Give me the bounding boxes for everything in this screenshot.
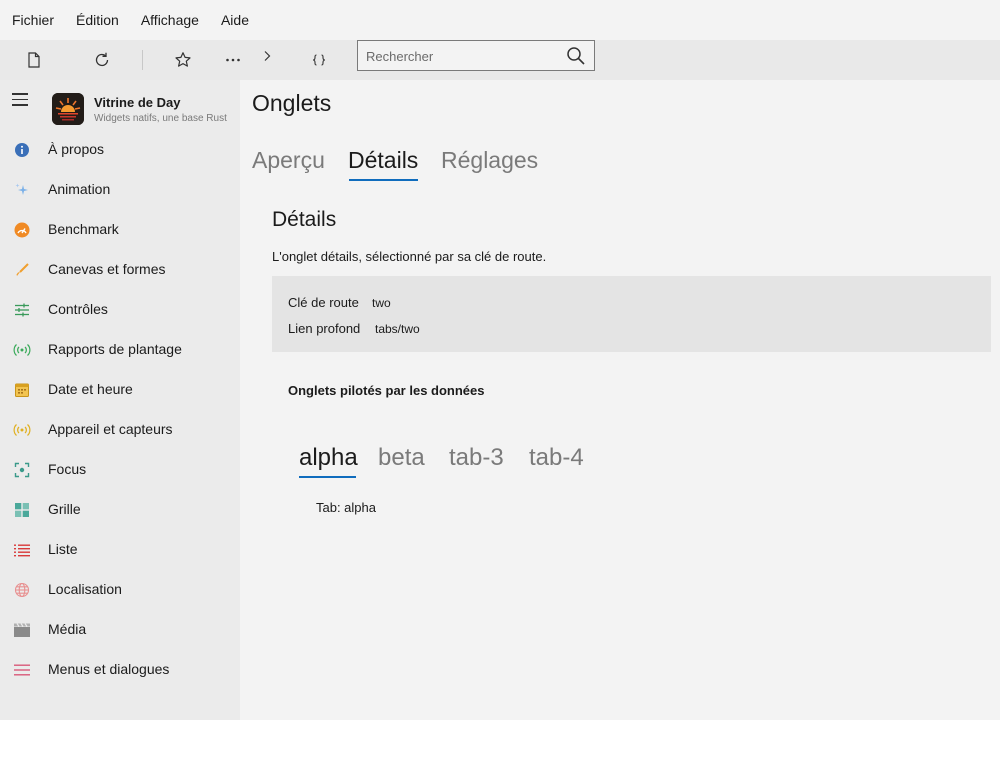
sidebar-item-label: Contrôles [48, 301, 108, 317]
sliders-icon [13, 301, 31, 319]
toolbar-separator [142, 50, 143, 70]
sidebar-item-label: Canevas et formes [48, 261, 166, 277]
sidebar-item-animation[interactable]: Animation [0, 169, 240, 209]
more-button[interactable] [221, 48, 245, 72]
broadcast-icon [13, 341, 31, 359]
app-name: Vitrine de Day [94, 95, 181, 110]
more-icon [226, 58, 240, 62]
data-tab-3[interactable]: tab-3 [449, 444, 504, 472]
tab-details[interactable]: Détails [348, 147, 418, 174]
hamburger-menu-icon[interactable] [12, 93, 28, 107]
toolbar [0, 40, 1000, 80]
new-document-button[interactable] [22, 48, 46, 72]
data-tab-alpha[interactable]: alpha [299, 444, 358, 472]
main-content: Onglets Aperçu Détails Réglages Détails … [240, 80, 1000, 720]
menu-affichage[interactable]: Affichage [141, 12, 199, 28]
sidebar-item-label: Benchmark [48, 221, 119, 237]
data-tab-4[interactable]: tab-4 [529, 444, 584, 472]
sidebar-item-label: Média [48, 621, 87, 637]
refresh-button[interactable] [90, 48, 114, 72]
sidebar-item-label: Focus [48, 461, 87, 477]
sidebar-item-label: Liste [48, 541, 78, 557]
data-tab-indicator [299, 476, 356, 478]
favorite-button[interactable] [171, 48, 195, 72]
tab-apercu[interactable]: Aperçu [252, 147, 325, 174]
route-info-panel: Clé de route two Lien profond tabs/two [272, 276, 991, 352]
route-key-value: two [372, 296, 391, 310]
sidebar-item-label: Animation [48, 181, 111, 197]
sidebar-item-liste[interactable]: Liste [0, 529, 240, 569]
clapperboard-icon [13, 621, 31, 639]
list-icon [13, 541, 31, 559]
route-key-label: Clé de route [288, 295, 359, 310]
menubar: Fichier Édition Affichage Aide [0, 0, 1000, 40]
new-document-icon [28, 52, 40, 68]
search-box [357, 40, 595, 71]
deep-link-label: Lien profond [288, 321, 361, 336]
sidebar-item-grille[interactable]: Grille [0, 489, 240, 529]
section-title: Détails [272, 208, 337, 231]
section-description: L'onglet détails, sélectionné par sa clé… [272, 249, 547, 264]
sidebar-item-a-propos[interactable]: À propos [0, 129, 240, 169]
search-icon[interactable] [566, 46, 586, 66]
menu-edition[interactable]: Édition [76, 12, 119, 28]
braces-icon [312, 54, 326, 66]
sidebar-item-label: Rapports de plantage [48, 341, 182, 357]
sidebar: Vitrine de Day Widgets natifs, une base … [0, 80, 240, 720]
sidebar-item-label: Date et heure [48, 381, 133, 397]
chevron-right-icon [264, 51, 271, 61]
refresh-icon [95, 52, 109, 67]
data-tab-beta[interactable]: beta [378, 444, 425, 472]
calendar-icon [13, 381, 31, 399]
search-input[interactable] [366, 47, 551, 65]
brush-icon [13, 261, 31, 279]
app-logo [52, 93, 84, 125]
menu-aide[interactable]: Aide [221, 12, 249, 28]
sidebar-item-focus[interactable]: Focus [0, 449, 240, 489]
overflow-button[interactable] [255, 44, 279, 68]
gauge-icon [13, 221, 31, 239]
grid-icon [13, 501, 31, 519]
sparkle-icon [13, 181, 31, 199]
focus-icon [13, 461, 31, 479]
code-button[interactable] [307, 48, 331, 72]
active-tab-indicator [349, 179, 418, 181]
star-icon [175, 52, 191, 67]
sidebar-item-media[interactable]: Média [0, 609, 240, 649]
sidebar-item-canevas[interactable]: Canevas et formes [0, 249, 240, 289]
globe-icon [13, 581, 31, 599]
tab-content-text: Tab: alpha [316, 500, 376, 515]
app-subtitle: Widgets natifs, une base Rust [94, 113, 227, 124]
tab-reglages[interactable]: Réglages [441, 147, 538, 174]
app-window: Fichier Édition Affichage Aide Recherche… [0, 0, 1000, 720]
sidebar-item-rapports[interactable]: Rapports de plantage [0, 329, 240, 369]
deep-link-value: tabs/two [375, 322, 420, 336]
info-icon [13, 141, 31, 159]
sidebar-item-label: Appareil et capteurs [48, 421, 173, 437]
sidebar-item-label: À propos [48, 141, 105, 157]
sensor-icon [13, 421, 31, 439]
menu-lines-icon [13, 661, 31, 679]
sidebar-item-label: Grille [48, 501, 81, 517]
sidebar-item-menus[interactable]: Menus et dialogues [0, 649, 240, 689]
sidebar-item-benchmark[interactable]: Benchmark [0, 209, 240, 249]
menu-fichier[interactable]: Fichier [12, 12, 54, 28]
sidebar-item-label: Menus et dialogues [48, 661, 170, 677]
sidebar-item-label: Localisation [48, 581, 122, 597]
sidebar-item-date-heure[interactable]: Date et heure [0, 369, 240, 409]
sidebar-item-controles[interactable]: Contrôles [0, 289, 240, 329]
sidebar-item-appareil[interactable]: Appareil et capteurs [0, 409, 240, 449]
sidebar-item-localisation[interactable]: Localisation [0, 569, 240, 609]
data-tabs-title: Onglets pilotés par les données [288, 383, 485, 398]
page-title: Onglets [252, 90, 332, 116]
